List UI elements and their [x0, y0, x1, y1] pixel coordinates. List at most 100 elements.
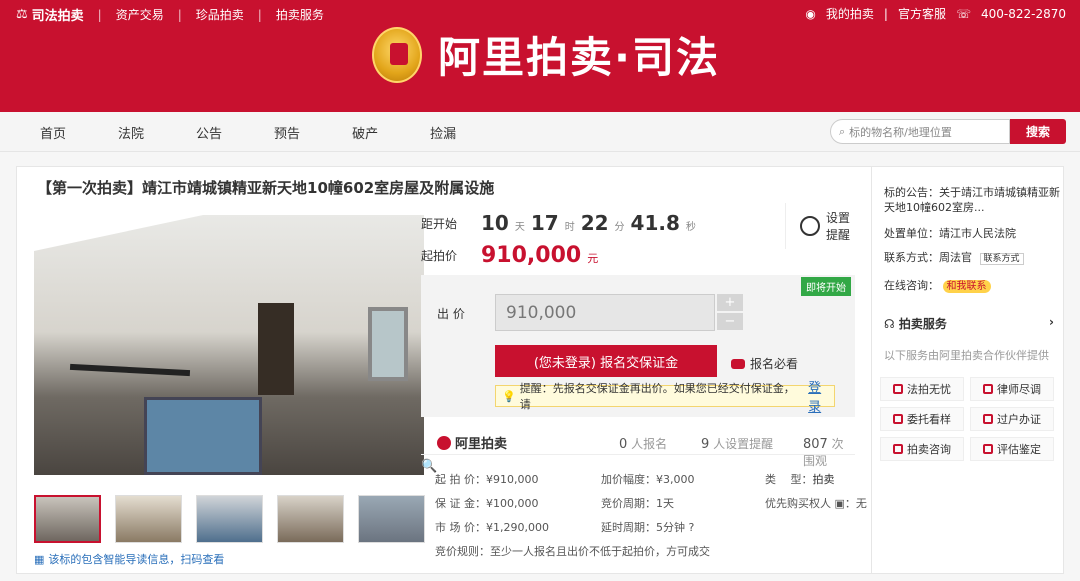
detail-type: 类 型：拍卖	[765, 473, 835, 486]
location-icon	[893, 414, 903, 424]
service-phone: 400-822-2870	[980, 6, 1066, 21]
coins-icon	[731, 358, 745, 369]
must-read-link[interactable]: 报名必看	[731, 355, 798, 372]
search-bar: ⌕ 标的物名称/地理位置 搜索	[830, 119, 1066, 144]
service-appraisal[interactable]: 评估鉴定	[970, 437, 1054, 461]
service-buttons: 法拍无忧 律师尽调 委托看样 过户办证 拍卖咨询 评估鉴定	[880, 377, 1054, 461]
contact-button[interactable]: 联系方式	[979, 253, 1024, 265]
thumbnail[interactable]	[358, 495, 425, 543]
detail-period: 竞价周期：1天	[601, 497, 674, 510]
login-tip: 💡 提醒：先报名交保证金再出价。如果您已经交付保证金，请 登录	[495, 381, 835, 415]
item-panel: 【第一次拍卖】靖江市靖城镇精亚新天地10幢602室房屋及附属设施 🔍 ▦ 该标的…	[16, 166, 872, 574]
service-desc: 以下服务由阿里拍卖合作伙伴提供	[884, 349, 1049, 362]
main-photo[interactable]	[34, 215, 424, 475]
person-icon	[983, 384, 993, 394]
login-link[interactable]: 登录	[808, 377, 834, 415]
service-worry-free[interactable]: 法拍无忧	[880, 377, 964, 401]
countdown-hours: 17	[530, 211, 559, 235]
detail-start-price: 起 拍 价：¥910,000	[435, 473, 539, 486]
countdown-days: 10	[481, 211, 509, 235]
auction-details: 起 拍 价：¥910,000 保 证 金：¥100,000 市 场 价：¥1,2…	[435, 463, 869, 573]
chat-icon	[893, 444, 903, 454]
start-price: 910,000	[481, 243, 582, 268]
link-auction-service[interactable]: 拍卖服务	[276, 6, 324, 23]
logo-title: 阿里拍卖·司法	[438, 33, 720, 82]
detail-deposit: 保 证 金：¥100,000	[435, 497, 539, 510]
house-icon	[983, 414, 993, 424]
appraisal-icon	[983, 444, 993, 454]
nav-preview[interactable]: 预告	[274, 123, 300, 142]
online-consult-row: 在线咨询： 和我联系	[884, 277, 991, 293]
register-deposit-button[interactable]: (您未登录) 报名交保证金	[495, 345, 717, 377]
main-nav: 首页 法院 公告 预告 破产 捡漏 ⌕ 标的物名称/地理位置 搜索	[0, 112, 1080, 152]
lightbulb-icon: 💡	[502, 389, 516, 403]
contact-row: 联系方式：周法官 联系方式	[884, 249, 1024, 265]
detail-market-price: 市 场 价：¥1,290,000	[435, 521, 549, 534]
nav-court[interactable]: 法院	[118, 123, 144, 142]
search-input[interactable]: ⌕ 标的物名称/地理位置	[830, 119, 1010, 144]
right-sidebar: 标的公告：关于靖江市靖城镇精亚新天地10幢602室房... 处置单位：靖江市人民…	[872, 166, 1064, 574]
qr-code-icon: ▦	[34, 552, 45, 566]
nav-notice[interactable]: 公告	[196, 123, 222, 142]
start-price-label: 起拍价	[421, 249, 458, 263]
countdown-area: 距开始 10 天 17 时 22 分 41.8 秒 设置 提醒 起拍价 910,…	[421, 203, 855, 273]
service-lawyer[interactable]: 律师尽调	[970, 377, 1054, 401]
service-transfer[interactable]: 过户办证	[970, 407, 1054, 431]
thumbnail-strip	[34, 495, 425, 543]
heart-icon	[893, 384, 903, 394]
qr-guide-link[interactable]: ▦ 该标的包含智能导读信息，扫码查看	[34, 551, 224, 567]
service-header[interactable]: ☊ 拍卖服务 ›	[884, 315, 1054, 332]
bid-box: 即将开始 出 价 910,000 + − (您未登录) 报名交保证金 报名必看 …	[421, 275, 855, 417]
detail-rule: 竞价规则：至少一人报名且出价不低于起拍价，方可成交	[435, 545, 710, 558]
nav-bankruptcy[interactable]: 破产	[352, 123, 378, 142]
detail-increment: 加价幅度：¥3,000	[601, 473, 695, 486]
brand-link[interactable]: ⚖ 司法拍卖	[16, 5, 84, 24]
set-reminder-button[interactable]: 设置 提醒	[785, 203, 855, 249]
countdown-seconds: 41.8	[630, 211, 680, 235]
countdown-label: 距开始	[421, 217, 458, 231]
link-asset-trade[interactable]: 资产交易	[116, 6, 164, 23]
service-viewing[interactable]: 委托看样	[880, 407, 964, 431]
site-logo[interactable]: 阿里拍卖·司法	[372, 24, 720, 85]
thumbnail[interactable]	[196, 495, 263, 543]
link-treasure[interactable]: 珍品拍卖	[196, 6, 244, 23]
court-emblem-icon	[372, 26, 422, 83]
nav-home[interactable]: 首页	[40, 123, 66, 142]
court-link[interactable]: 靖江市人民法院	[939, 227, 1016, 240]
headset-icon: ☊	[884, 317, 895, 331]
search-icon: ⌕	[839, 124, 846, 138]
clock-icon	[800, 216, 820, 236]
search-button[interactable]: 搜索	[1010, 119, 1066, 144]
top-links: ⚖ 司法拍卖 | 资产交易 | 珍品拍卖 | 拍卖服务	[16, 5, 324, 24]
top-banner: ⚖ 司法拍卖 | 资产交易 | 珍品拍卖 | 拍卖服务 ◉ 我的拍卖 | 官方客服…	[0, 0, 1080, 112]
increase-bid-button[interactable]: +	[717, 294, 743, 311]
thumbnail[interactable]	[115, 495, 182, 543]
my-auction-link[interactable]: 我的拍卖	[826, 5, 874, 22]
stats-bar: 阿里拍卖 0 人报名 9 人设置提醒 807 次围观	[421, 431, 855, 468]
chevron-right-icon: ›	[1049, 315, 1054, 329]
chat-button[interactable]: 和我联系	[942, 280, 991, 293]
bid-label: 出 价	[437, 307, 465, 321]
notice-row: 标的公告：关于靖江市靖城镇精亚新天地10幢602室房...	[884, 186, 1060, 214]
ali-auction-logo: 阿里拍卖	[437, 433, 507, 452]
customer-service-link[interactable]: 官方客服	[898, 5, 946, 22]
reminder-count: 9 人设置提醒	[701, 437, 774, 452]
top-right-links: ◉ 我的拍卖 | 官方客服 ☏ 400-822-2870	[805, 5, 1066, 22]
detail-priority: 优先购买权人 ▣：无	[765, 497, 867, 510]
signup-count: 0 人报名	[619, 437, 668, 452]
info-icon: ▣	[834, 497, 845, 510]
bid-amount-input[interactable]: 910,000	[495, 294, 715, 331]
phone-icon: ☏	[955, 6, 971, 21]
countdown-minutes: 22	[580, 211, 609, 235]
globe-icon: ◉	[805, 6, 816, 21]
item-title: 【第一次拍卖】靖江市靖城镇精亚新天地10幢602室房屋及附属设施	[37, 179, 495, 197]
detail-delay: 延时周期：5分钟 ?	[601, 521, 695, 534]
decrease-bid-button[interactable]: −	[717, 313, 743, 330]
service-consult[interactable]: 拍卖咨询	[880, 437, 964, 461]
court-row: 处置单位：靖江市人民法院	[884, 227, 1016, 240]
status-badge: 即将开始	[801, 277, 851, 296]
nav-bargain[interactable]: 捡漏	[430, 123, 456, 142]
thumbnail[interactable]	[34, 495, 101, 543]
thumbnail[interactable]	[277, 495, 344, 543]
help-icon[interactable]: ?	[689, 521, 695, 534]
